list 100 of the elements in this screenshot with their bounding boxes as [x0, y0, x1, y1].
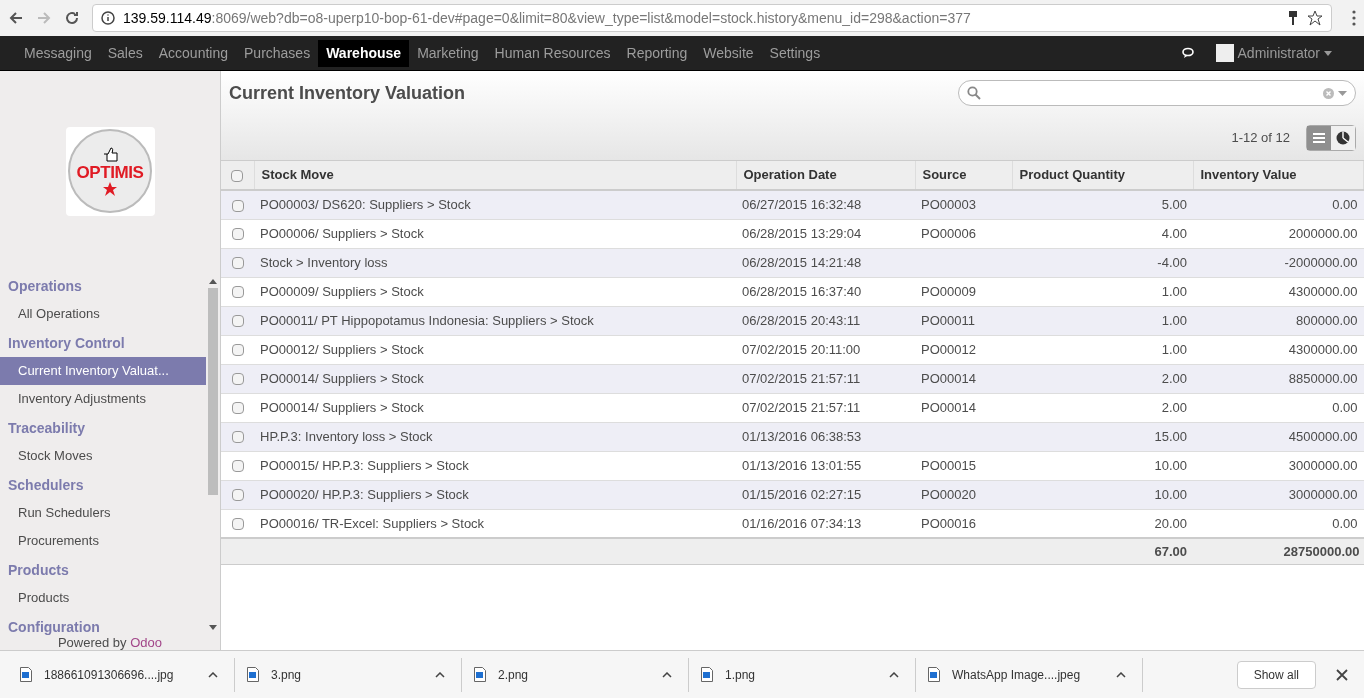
url-text: 139.59.114.49:8069/web?db=o8-uperp10-bop-61-dev#page=0&limit=80&view_type=list&model=stock.history&menu_id=298&action=377: [123, 8, 971, 28]
scroll-up-icon[interactable]: [209, 279, 217, 284]
table-cell: PO00016/ TR-Excel: Suppliers > Stock: [260, 515, 485, 531]
checkbox[interactable]: [231, 315, 244, 328]
reload-icon[interactable]: [64, 10, 80, 26]
column-header[interactable]: Inventory Value: [1193, 161, 1364, 190]
chevron-up-icon[interactable]: [889, 671, 899, 678]
user-menu[interactable]: Administrator: [1215, 42, 1332, 64]
odoo-link[interactable]: Odoo: [130, 635, 163, 650]
table-cell: PO00006/ Suppliers > Stock: [260, 225, 424, 241]
checkbox[interactable]: [231, 286, 244, 299]
chevron-up-icon[interactable]: [208, 671, 218, 678]
column-header[interactable]: Operation Date: [736, 161, 915, 190]
table-cell: PO00003/ DS620: Suppliers > Stock: [260, 197, 471, 212]
checkbox[interactable]: [231, 344, 244, 357]
table-cell: PO00015/ HP.P.3: Suppliers > Stock: [260, 457, 469, 473]
file-name: 2.png: [498, 666, 529, 684]
table-cell: 06/27/2015 16:32:48: [742, 197, 862, 212]
chat-icon[interactable]: [1181, 47, 1196, 59]
caret-icon[interactable]: [1338, 90, 1347, 96]
table-cell: -2000000.00: [1284, 254, 1358, 270]
download-item[interactable]: 188661091306696....jpg: [8, 657, 235, 692]
top-menu-item[interactable]: Sales: [99, 39, 151, 67]
table-cell: PO00015: [921, 457, 976, 473]
file-name: WhatsApp Image....jpeg: [952, 666, 1081, 684]
column-header[interactable]: Stock Move: [254, 161, 736, 190]
scrollbar-thumb[interactable]: [208, 288, 218, 495]
table-cell: 15.00: [1154, 428, 1187, 444]
thumbs-up-icon: [101, 145, 119, 164]
download-item[interactable]: WhatsApp Image....jpeg: [916, 657, 1143, 692]
table-cell: PO00014/ Suppliers > Stock: [260, 399, 424, 415]
file-name: 3.png: [271, 666, 302, 684]
sidebar-item[interactable]: Inventory Adjustments: [0, 385, 206, 413]
checkbox[interactable]: [231, 489, 244, 502]
clear-icon[interactable]: [1323, 87, 1334, 99]
chevron-up-icon[interactable]: [435, 671, 445, 678]
top-menu-item[interactable]: Website: [695, 39, 762, 67]
table-cell: 4500000.00: [1288, 428, 1358, 444]
top-menu-item[interactable]: Human Resources: [486, 39, 619, 67]
sidebar-item[interactable]: Procurements: [0, 527, 206, 555]
show-all-button[interactable]: Show all: [1236, 660, 1316, 689]
address-bar[interactable]: 139.59.114.49:8069/web?db=o8-uperp10-bop-61-dev#page=0&limit=80&view_type=list&model=stock.history&menu_id=298&action=377: [92, 4, 1332, 32]
sidebar-item[interactable]: Products: [0, 584, 206, 612]
checkbox[interactable]: [231, 228, 244, 241]
total-value: 28750000.00: [1283, 543, 1360, 559]
search-field[interactable]: [958, 80, 1356, 106]
sidebar-section: Configuration: [0, 615, 206, 638]
star-icon[interactable]: [1307, 10, 1323, 26]
checkbox[interactable]: [231, 169, 244, 182]
top-menu-item[interactable]: Marketing: [409, 39, 487, 67]
top-menu-item[interactable]: Warehouse: [318, 39, 410, 67]
checkbox[interactable]: [231, 199, 244, 212]
table-cell: PO00020: [921, 486, 976, 502]
forward-icon[interactable]: [36, 10, 52, 26]
download-item[interactable]: 1.png: [689, 657, 916, 692]
download-item[interactable]: 3.png: [235, 657, 462, 692]
logo-text: OPTIMIS: [76, 163, 144, 181]
image-file-icon: [247, 667, 259, 682]
top-menu-item[interactable]: Settings: [761, 39, 829, 67]
checkbox[interactable]: [231, 257, 244, 270]
graph-view-button[interactable]: [1331, 125, 1355, 150]
column-header[interactable]: Source: [915, 161, 1012, 190]
checkbox[interactable]: [231, 402, 244, 415]
menu-icon[interactable]: [1352, 10, 1356, 26]
image-file-icon: [474, 667, 486, 682]
chevron-up-icon[interactable]: [1116, 671, 1126, 678]
table-cell: 06/28/2015 16:37:40: [742, 283, 862, 299]
table-cell: 01/16/2016 07:34:13: [742, 515, 862, 531]
table-cell: PO00003: [921, 197, 976, 212]
table-cell: 3000000.00: [1288, 457, 1358, 473]
table-cell: 4300000.00: [1288, 283, 1358, 299]
table-cell: HP.P.3: Inventory loss > Stock: [260, 428, 433, 444]
table-cell: 2000000.00: [1288, 225, 1358, 241]
top-menu-item[interactable]: Messaging: [16, 39, 100, 67]
back-icon[interactable]: [8, 10, 24, 26]
table-cell: PO00009/ Suppliers > Stock: [260, 283, 424, 299]
checkbox[interactable]: [231, 460, 244, 473]
download-item[interactable]: 2.png: [462, 657, 689, 692]
column-header[interactable]: Product Quantity: [1012, 161, 1193, 190]
table-cell: 07/02/2015 20:11:00: [742, 341, 861, 357]
image-file-icon: [20, 667, 32, 682]
chevron-up-icon[interactable]: [662, 671, 672, 678]
top-menu-item[interactable]: Purchases: [236, 39, 319, 67]
sidebar-section: Operations: [0, 274, 206, 300]
close-icon[interactable]: [1336, 668, 1348, 681]
table-cell: 8850000.00: [1288, 370, 1358, 386]
scroll-down-icon[interactable]: [209, 625, 217, 630]
top-menu-item[interactable]: Reporting: [618, 39, 696, 67]
checkbox[interactable]: [231, 431, 244, 444]
top-menu-item[interactable]: Accounting: [150, 39, 236, 67]
sidebar-item[interactable]: All Operations: [0, 300, 206, 328]
checkbox[interactable]: [231, 373, 244, 386]
sidebar-section: Inventory Control: [0, 331, 206, 357]
sidebar-item[interactable]: Current Inventory Valuat...: [0, 357, 206, 385]
table-cell: PO00011: [921, 312, 975, 328]
sidebar-item[interactable]: Run Schedulers: [0, 499, 206, 527]
sidebar-item[interactable]: Stock Moves: [0, 442, 206, 470]
checkbox[interactable]: [231, 518, 244, 531]
caret-icon: [1324, 50, 1332, 56]
table-cell: PO00016: [921, 515, 976, 531]
